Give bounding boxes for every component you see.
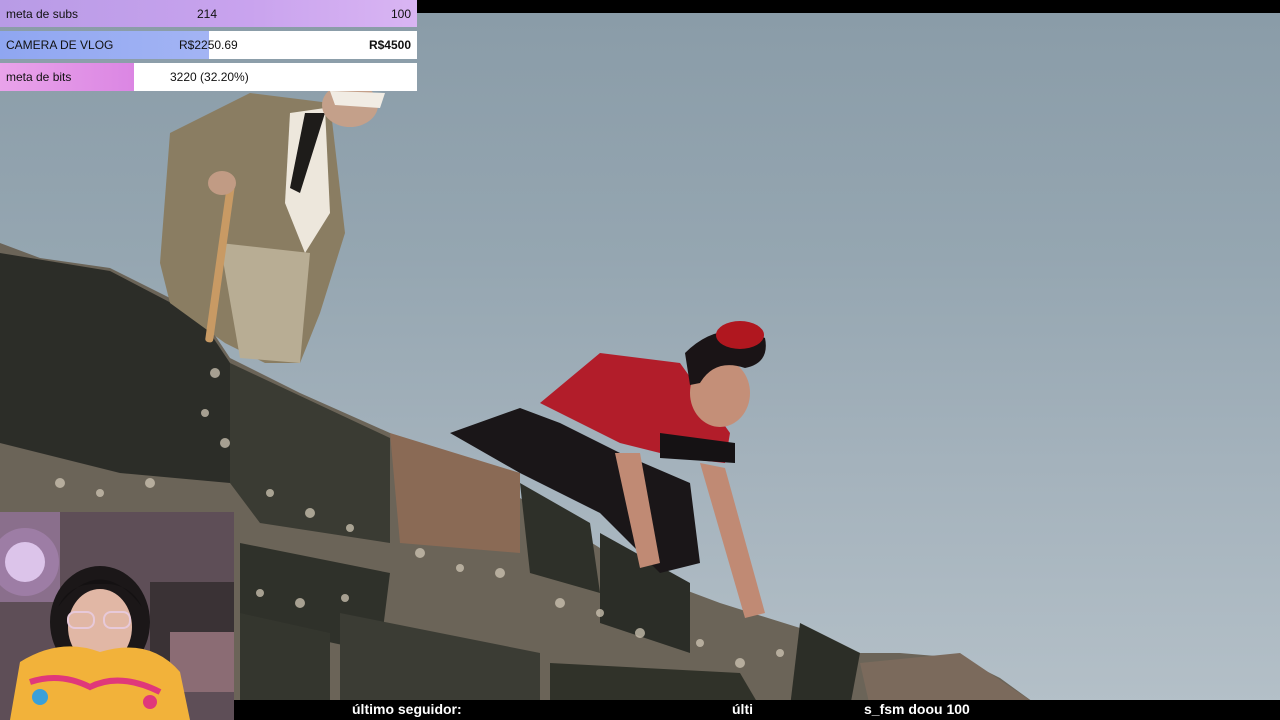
goal-current: 214 (197, 7, 218, 21)
goal-target: R$4500 (368, 38, 411, 52)
goal-bar-subs: meta de subs 214 100 (0, 0, 417, 27)
goal-bar-vlog-camera: CAMERA DE VLOG R$2250.69 R$4500 (0, 31, 417, 59)
goal-bar-bits: meta de bits 3220 (32.20%) (0, 63, 417, 91)
ticker-partial-text: últi (732, 701, 753, 717)
webcam-feed (0, 512, 234, 720)
goal-target: 100 (390, 7, 411, 21)
goal-label: CAMERA DE VLOG (6, 38, 114, 52)
donation-alert: s_fsm doou 100 (864, 701, 970, 717)
last-follower-label: último seguidor: (352, 701, 462, 717)
goal-label: meta de subs (6, 7, 79, 21)
webcam-frame (0, 512, 234, 720)
bottom-ticker: último seguidor: últi s_fsm doou 100 (234, 700, 1280, 720)
goal-current: R$2250.69 (179, 38, 238, 52)
goal-label: meta de bits (6, 70, 72, 84)
goal-current: 3220 (32.20%) (170, 70, 249, 84)
